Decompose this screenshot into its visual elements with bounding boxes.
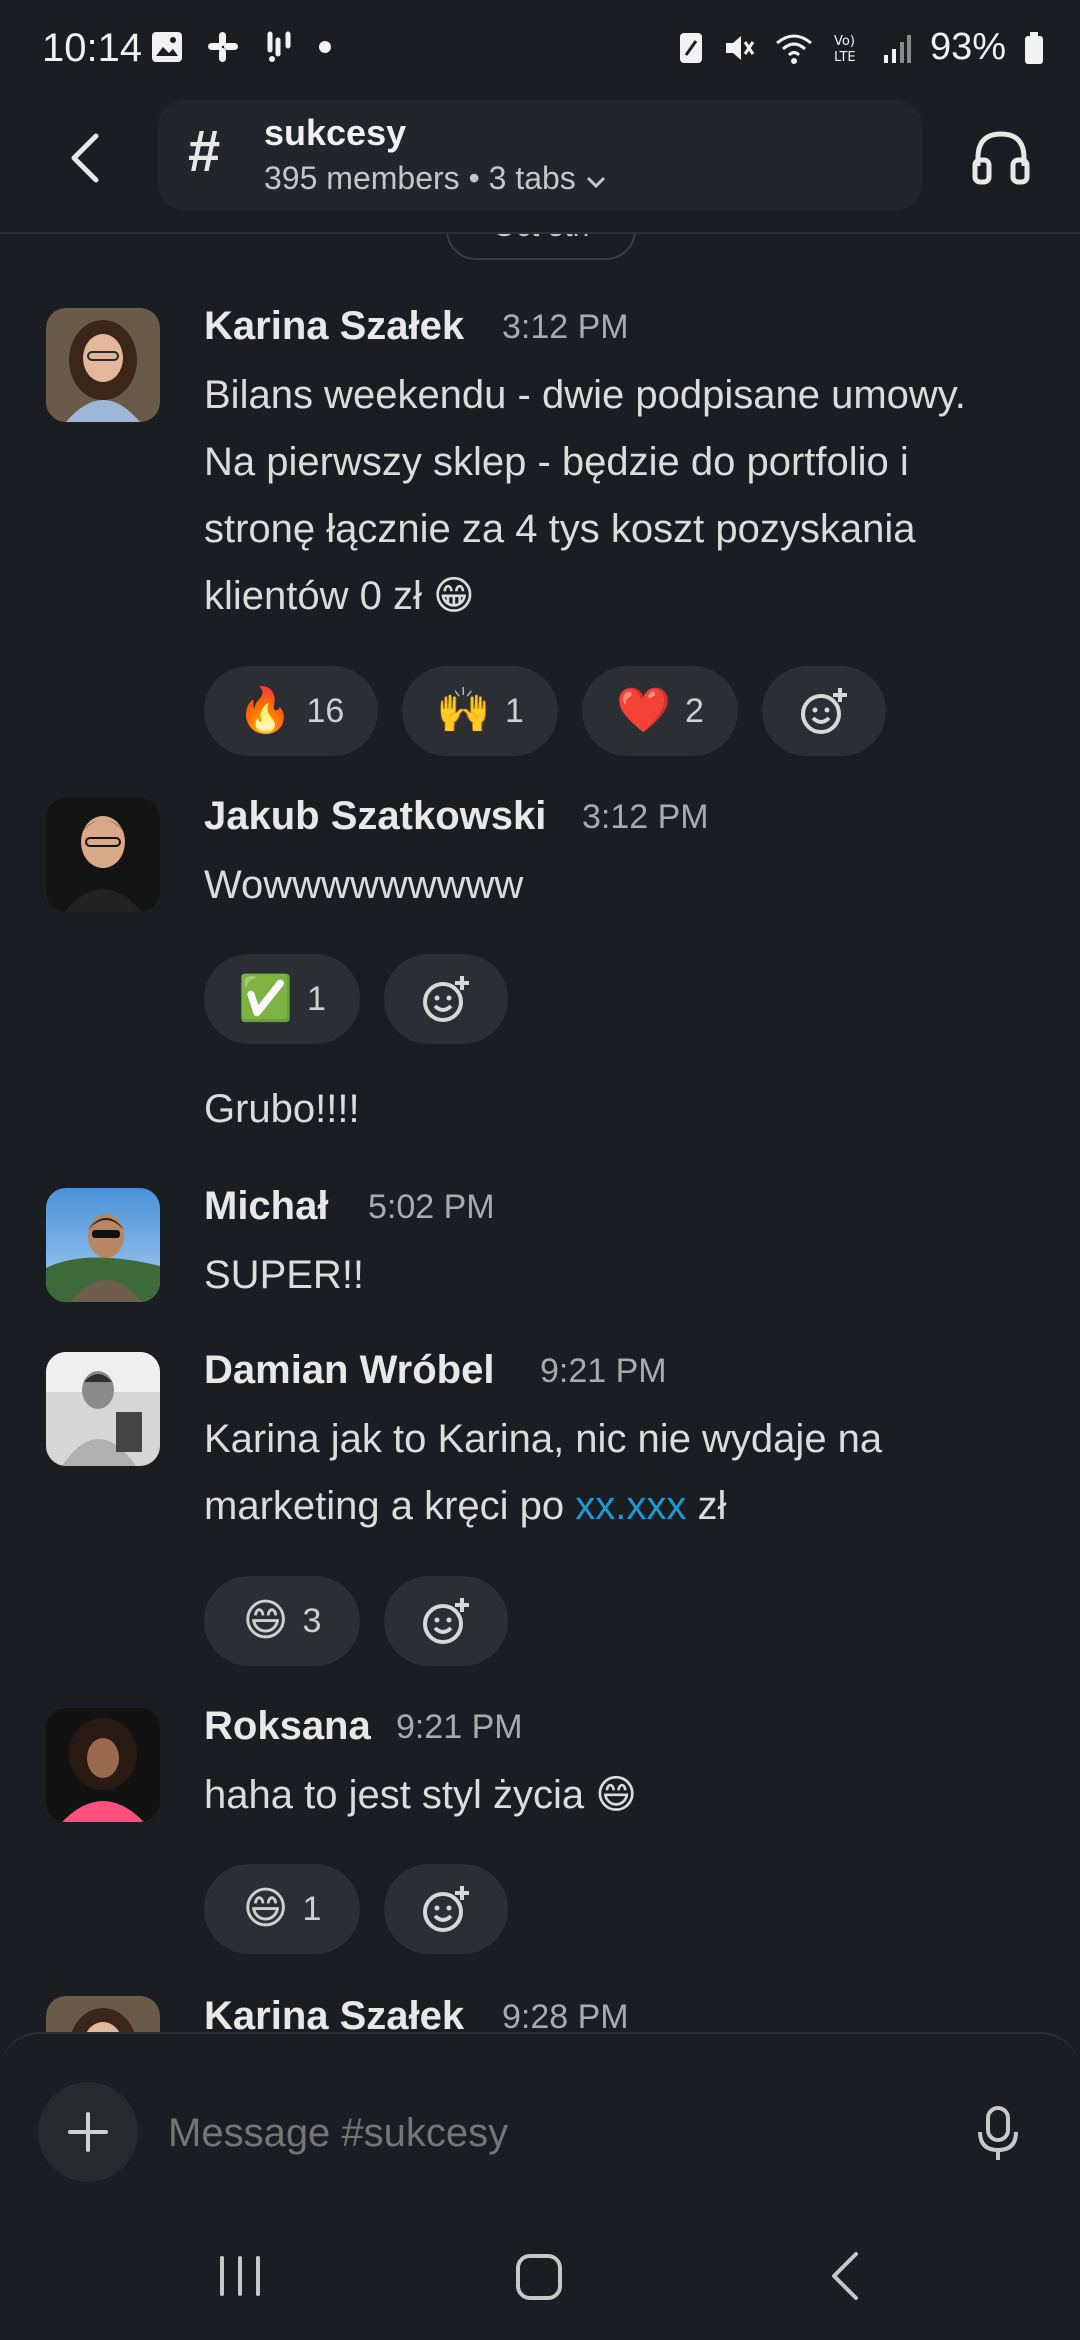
- message-author[interactable]: Roksana: [204, 1704, 371, 1749]
- reaction-chip[interactable]: 😄 1: [204, 1864, 360, 1954]
- reaction-chip[interactable]: ✅ 1: [204, 954, 360, 1044]
- reaction-count: 16: [306, 691, 345, 730]
- message-time: 9:21 PM: [396, 1708, 523, 1746]
- message-list: Karina Szałek 3:12 PM Bilans weekendu - …: [0, 232, 1080, 2032]
- status-time: 10:14: [42, 26, 143, 70]
- add-reaction-icon: [801, 688, 847, 734]
- avatar[interactable]: [46, 308, 160, 422]
- message-author[interactable]: Karina Szałek: [204, 1994, 464, 2032]
- message-composer: [0, 2032, 1080, 2204]
- add-reaction-icon: [423, 976, 469, 1022]
- dot-icon: [319, 41, 331, 53]
- reaction-count: 1: [504, 691, 524, 730]
- add-reaction-button[interactable]: [384, 954, 508, 1044]
- plus-icon: [68, 2112, 108, 2152]
- channel-name: sukcesy: [264, 112, 407, 153]
- add-reaction-icon: [423, 1598, 469, 1644]
- message-time: 5:02 PM: [368, 1188, 495, 1226]
- mute-icon: [725, 35, 755, 60]
- heart-emoji-icon: ❤️: [616, 685, 671, 736]
- message-text: Grubo!!!!: [204, 1087, 360, 1131]
- battery-icon: [1025, 31, 1043, 64]
- reaction-chip[interactable]: ❤️ 2: [582, 666, 738, 756]
- nfc-icon: [679, 32, 702, 63]
- add-reaction-button[interactable]: [384, 1576, 508, 1666]
- battery-percent: 93%: [929, 26, 1006, 68]
- message-author[interactable]: Karina Szałek: [204, 304, 464, 349]
- raised-hands-emoji-icon: 🙌: [436, 685, 491, 736]
- message-text: Bilans weekendu - dwie podpisane umowy. …: [204, 373, 966, 618]
- reaction-chip[interactable]: 🙌 1: [402, 666, 558, 756]
- message-input[interactable]: [166, 2102, 870, 2164]
- reaction-count: 3: [302, 1601, 322, 1640]
- hash-icon: #: [188, 119, 221, 184]
- avatar[interactable]: [46, 798, 160, 912]
- channel-meta: 395 members • 3 tabs: [264, 160, 576, 196]
- add-reaction-icon: [423, 1886, 469, 1932]
- grinning-face-emoji-icon: 😄: [242, 1883, 289, 1934]
- avatar[interactable]: [46, 1188, 160, 1302]
- reaction-count: 1: [302, 1889, 322, 1928]
- volte-icon: Vo)LTE: [834, 34, 856, 65]
- grinning-face-emoji-icon: 😄: [242, 1595, 289, 1646]
- avatar[interactable]: [46, 1996, 160, 2032]
- message-text: Wowwwwwwwww: [204, 863, 524, 907]
- message-text-part: Karina jak to Karina, nic nie wydaje na …: [204, 1417, 883, 1528]
- message-author[interactable]: Michał: [204, 1184, 328, 1229]
- add-reaction-button[interactable]: [762, 666, 886, 756]
- home-icon[interactable]: [514, 2252, 564, 2302]
- status-bar: 10:14 Vo) LTE 93%: [0, 0, 1080, 100]
- headphones-icon[interactable]: [970, 126, 1032, 188]
- slack-icon: [208, 32, 238, 62]
- microphone-icon[interactable]: [972, 2104, 1024, 2164]
- channel-info-button[interactable]: # sukcesy 395 members • 3 tabs: [158, 100, 922, 210]
- recent-apps-icon[interactable]: [216, 2254, 264, 2298]
- notification-icons: [150, 30, 332, 64]
- message-author[interactable]: Jakub Szatkowski: [204, 794, 546, 839]
- reaction-chip[interactable]: 🔥 16: [204, 666, 378, 756]
- message-link[interactable]: xx.xxx: [575, 1484, 686, 1528]
- svg-text:LTE: LTE: [834, 50, 856, 65]
- message-text: haha to jest styl życia 😄: [204, 1773, 637, 1817]
- channel-header: # sukcesy 395 members • 3 tabs: [0, 100, 1080, 234]
- signal-icon: [883, 34, 911, 63]
- system-navigation-bar: [0, 2202, 1080, 2340]
- message-time: 9:28 PM: [502, 1998, 629, 2032]
- message-time: 3:12 PM: [502, 308, 629, 346]
- message-time: 3:12 PM: [582, 798, 709, 836]
- message-text-part: zł: [686, 1484, 727, 1528]
- add-reaction-button[interactable]: [384, 1864, 508, 1954]
- check-mark-emoji-icon: ✅: [238, 973, 293, 1024]
- channel-subtitle: 395 members • 3 tabs: [264, 160, 606, 197]
- fire-emoji-icon: 🔥: [237, 685, 293, 736]
- message-text: Karina jak to Karina, nic nie wydaje na …: [204, 1406, 1024, 1540]
- avatar[interactable]: [46, 1352, 160, 1466]
- attach-button[interactable]: [38, 2082, 138, 2182]
- reaction-chip[interactable]: 😄 3: [204, 1576, 360, 1666]
- wifi-icon: [775, 34, 812, 64]
- svg-text:Vo): Vo): [834, 34, 855, 49]
- nav-back-icon[interactable]: [826, 2250, 862, 2302]
- reaction-count: 2: [684, 691, 704, 730]
- reaction-count: 1: [306, 979, 326, 1018]
- gallery-icon: [152, 32, 182, 62]
- avatar[interactable]: [46, 1708, 160, 1822]
- message-text: SUPER!!: [204, 1253, 365, 1297]
- back-arrow-icon[interactable]: [58, 128, 118, 188]
- voicemail-icon: [267, 31, 291, 62]
- system-icons: Vo) LTE 93%: [678, 26, 1044, 69]
- message-time: 9:21 PM: [540, 1352, 667, 1390]
- chevron-down-icon: [586, 176, 605, 189]
- message-author[interactable]: Damian Wróbel: [204, 1348, 494, 1393]
